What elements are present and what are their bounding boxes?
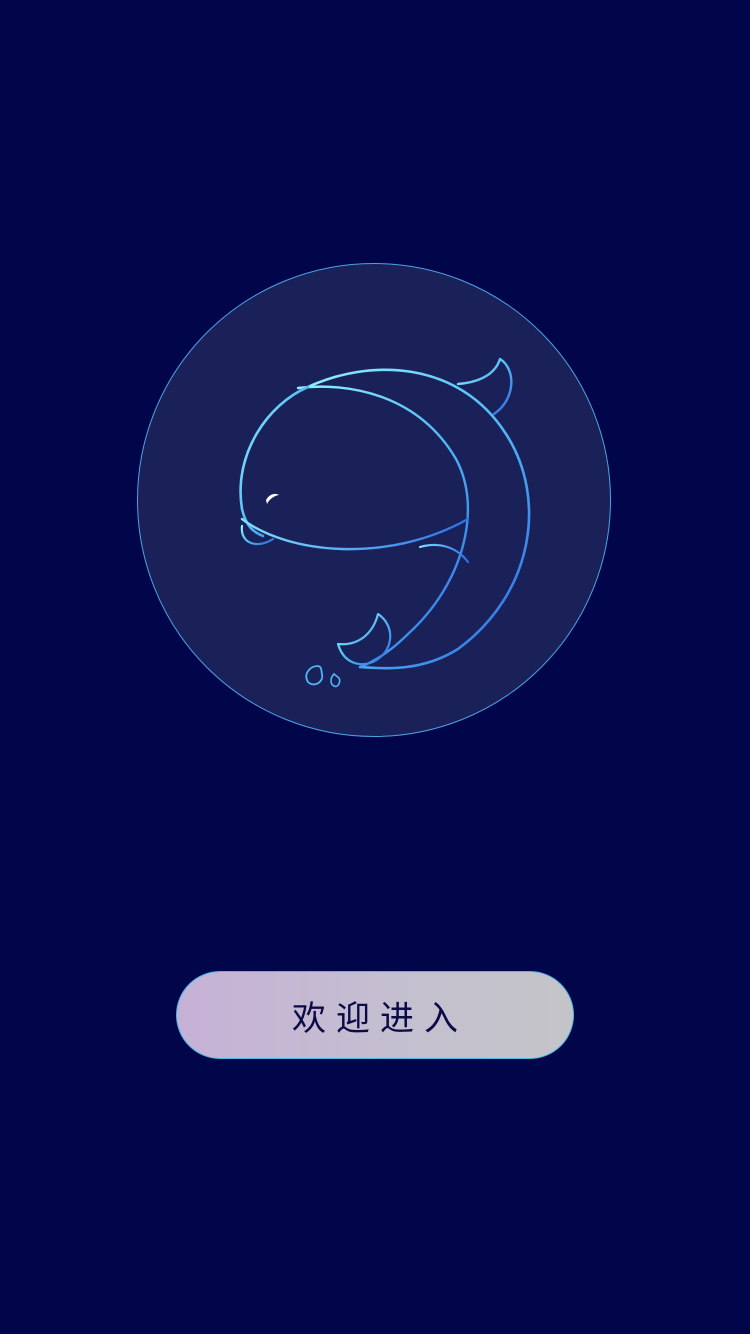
enter-button-label: 欢迎进入 [292, 998, 468, 1039]
logo-badge [137, 263, 611, 737]
enter-button[interactable]: 欢迎进入 [176, 971, 574, 1059]
whale-logo-icon [239, 357, 531, 688]
splash-screen: 欢迎进入 [0, 0, 750, 1334]
